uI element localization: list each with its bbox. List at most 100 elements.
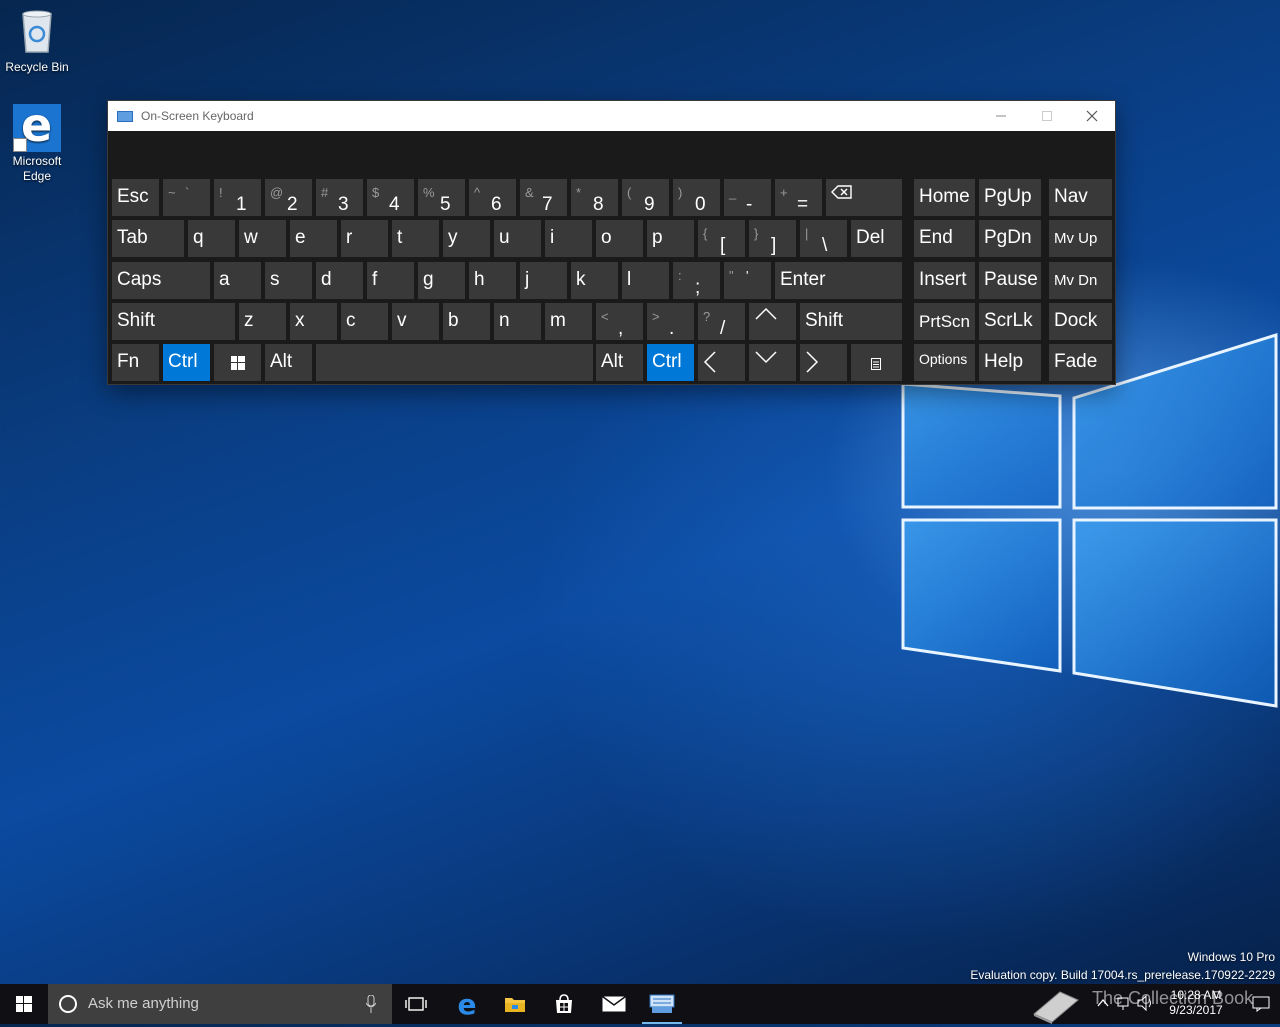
key-i[interactable]: i <box>545 220 592 257</box>
key-space[interactable] <box>316 344 593 381</box>
key-s[interactable]: s <box>265 262 312 299</box>
key-minus[interactable]: _ - <box>724 179 771 216</box>
key-m[interactable]: m <box>545 303 592 340</box>
key-right-shift[interactable]: Shift <box>800 303 902 340</box>
key-label: Help <box>984 351 1024 372</box>
key-left-bracket[interactable]: {[ <box>698 220 745 257</box>
key-e[interactable]: e <box>290 220 337 257</box>
key-backslash[interactable]: | \ <box>800 220 847 257</box>
edge-taskbar-button[interactable]: e <box>443 984 491 1024</box>
key-right-arrow[interactable] <box>800 344 847 381</box>
key-help[interactable]: Help <box>979 344 1041 381</box>
key-g[interactable]: g <box>418 262 465 299</box>
key-del[interactable]: Del <box>851 220 902 257</box>
key-o[interactable]: o <box>596 220 643 257</box>
file-explorer-button[interactable] <box>491 984 539 1024</box>
key-k[interactable]: k <box>571 262 618 299</box>
key-tab[interactable]: Tab <box>112 220 184 257</box>
clock[interactable]: 10:28 AM 9/23/2017 <box>1160 984 1232 1024</box>
key-2[interactable]: @2 <box>265 179 312 216</box>
key-dock[interactable]: Dock <box>1049 303 1112 340</box>
key-fn[interactable]: Fn <box>112 344 159 381</box>
key-x[interactable]: x <box>290 303 337 340</box>
key-enter[interactable]: Enter <box>775 262 902 299</box>
key-comma[interactable]: <, <box>596 303 643 340</box>
key-q[interactable]: q <box>188 220 235 257</box>
key-w[interactable]: w <box>239 220 286 257</box>
key-left-shift[interactable]: Shift <box>112 303 235 340</box>
key-t[interactable]: t <box>392 220 439 257</box>
key-quote[interactable]: " ' <box>724 262 771 299</box>
key-left-ctrl[interactable]: Ctrl <box>163 344 210 381</box>
recycle-bin-desktop-icon[interactable]: Recycle Bin <box>1 8 73 75</box>
key-3[interactable]: #3 <box>316 179 363 216</box>
key-windows[interactable] <box>214 344 261 381</box>
key-semicolon[interactable]: :; <box>673 262 720 299</box>
key-b[interactable]: b <box>443 303 490 340</box>
key-c[interactable]: c <box>341 303 388 340</box>
key-p[interactable]: p <box>647 220 694 257</box>
key-pause[interactable]: Pause <box>979 262 1041 299</box>
key-1[interactable]: ! 1 <box>214 179 261 216</box>
key-home[interactable]: Home <box>914 179 975 216</box>
key-right-bracket[interactable]: }] <box>749 220 796 257</box>
store-button[interactable] <box>540 984 588 1024</box>
key-j[interactable]: j <box>520 262 567 299</box>
minimize-button[interactable] <box>978 101 1024 131</box>
key-prtscn[interactable]: PrtScn <box>914 303 975 340</box>
key-8[interactable]: * 8 <box>571 179 618 216</box>
key-9[interactable]: (9 <box>622 179 669 216</box>
key-r[interactable]: r <box>341 220 388 257</box>
key-d[interactable]: d <box>316 262 363 299</box>
key-period[interactable]: >. <box>647 303 694 340</box>
maximize-button[interactable] <box>1024 101 1070 131</box>
key-scrlk[interactable]: ScrLk <box>979 303 1041 340</box>
key-pgup[interactable]: PgUp <box>979 179 1041 216</box>
on-screen-keyboard-taskbar-button[interactable] <box>638 984 686 1024</box>
key-v[interactable]: v <box>392 303 439 340</box>
search-box[interactable]: Ask me anything <box>48 984 392 1024</box>
key-a[interactable]: a <box>214 262 261 299</box>
key-z[interactable]: z <box>239 303 286 340</box>
key-slash[interactable]: ? / <box>698 303 745 340</box>
key-0[interactable]: ) 0 <box>673 179 720 216</box>
key-h[interactable]: h <box>469 262 516 299</box>
title-bar[interactable]: On-Screen Keyboard <box>108 101 1115 131</box>
close-button[interactable] <box>1069 101 1115 131</box>
key-7[interactable]: & 7 <box>520 179 567 216</box>
key-4[interactable]: $4 <box>367 179 414 216</box>
key-mv-dn[interactable]: Mv Dn <box>1049 262 1112 299</box>
key-n[interactable]: n <box>494 303 541 340</box>
key-end[interactable]: End <box>914 220 975 257</box>
key-options[interactable]: Options <box>914 344 975 381</box>
key-left-alt[interactable]: Alt <box>265 344 312 381</box>
mail-button[interactable] <box>590 984 638 1024</box>
key-y[interactable]: y <box>443 220 490 257</box>
key-6[interactable]: ^ 6 <box>469 179 516 216</box>
key-left-arrow[interactable] <box>698 344 745 381</box>
task-view-button[interactable] <box>392 984 440 1024</box>
key-5[interactable]: % 5 <box>418 179 465 216</box>
action-center-button[interactable] <box>1246 984 1276 1024</box>
key-l[interactable]: l <box>622 262 669 299</box>
key-caps[interactable]: Caps <box>112 262 210 299</box>
key-fade[interactable]: Fade <box>1049 344 1112 381</box>
microphone-icon[interactable] <box>366 995 376 1013</box>
key-pgdn[interactable]: PgDn <box>979 220 1041 257</box>
key-nav[interactable]: Nav <box>1049 179 1112 216</box>
key-mv-up[interactable]: Mv Up <box>1049 220 1112 257</box>
key-right-ctrl[interactable]: Ctrl <box>647 344 694 381</box>
key-insert[interactable]: Insert <box>914 262 975 299</box>
key-menu[interactable] <box>851 344 902 381</box>
key-esc[interactable]: Esc <box>112 179 159 216</box>
key-u[interactable]: u <box>494 220 541 257</box>
key-down-arrow[interactable] <box>749 344 796 381</box>
start-button[interactable] <box>0 984 48 1024</box>
microsoft-edge-desktop-icon[interactable]: e Microsoft Edge <box>1 100 73 184</box>
key-backspace[interactable] <box>826 179 902 216</box>
key-f[interactable]: f <box>367 262 414 299</box>
key-tilde[interactable]: ~ ` <box>163 179 210 216</box>
key-equal[interactable]: + = <box>775 179 822 216</box>
key-right-alt[interactable]: Alt <box>596 344 643 381</box>
key-up-arrow[interactable] <box>749 303 796 340</box>
